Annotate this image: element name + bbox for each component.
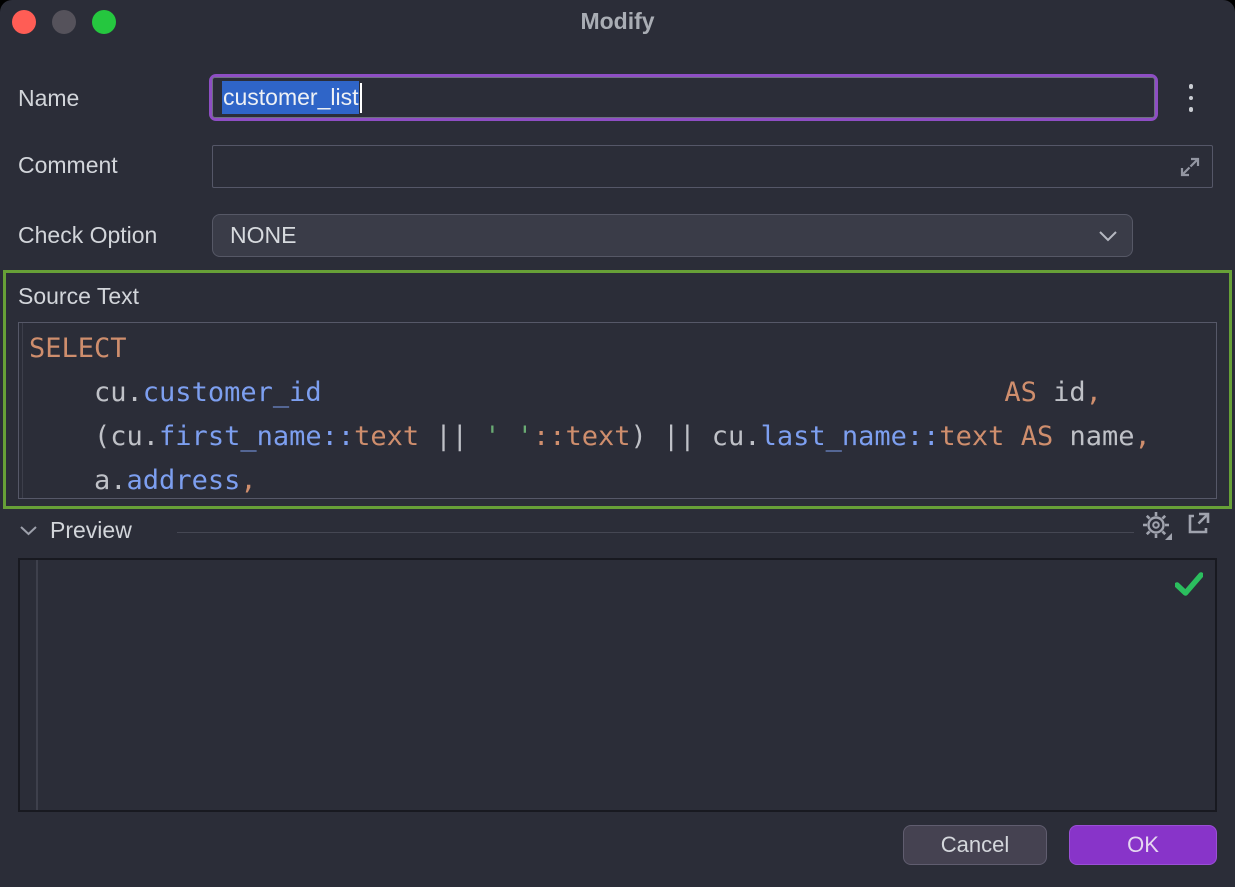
comment-label: Comment (18, 152, 118, 179)
preview-gutter (36, 560, 38, 810)
sql-code: SELECT cu.customer_id AS id, (cu.first_n… (19, 323, 1216, 503)
external-link-icon[interactable] (1184, 510, 1212, 538)
name-input-selected-text: customer_list (222, 81, 359, 114)
code-line: a.address, (29, 459, 1216, 503)
ok-button[interactable]: OK (1069, 825, 1217, 865)
name-input[interactable]: customer_list (209, 74, 1158, 121)
source-text-section: Source Text SELECT cu.customer_id AS id,… (3, 270, 1232, 509)
modify-dialog: Modify Name customer_list Comment Check … (0, 0, 1235, 887)
name-label: Name (18, 85, 79, 112)
kebab-menu-icon[interactable] (1183, 80, 1199, 116)
checkmark-icon (1175, 572, 1203, 596)
source-text-editor[interactable]: SELECT cu.customer_id AS id, (cu.first_n… (18, 322, 1217, 499)
expand-icon[interactable] (1177, 154, 1203, 180)
window-title: Modify (0, 8, 1235, 35)
gear-icon[interactable] (1141, 510, 1173, 542)
name-input-inner[interactable]: customer_list (212, 77, 1155, 118)
code-line: (cu.first_name::text || ' '::text) || cu… (29, 415, 1216, 459)
preview-collapse-chevron-down-icon[interactable] (20, 526, 37, 536)
check-option-select[interactable]: NONE (212, 214, 1133, 257)
code-line: cu.customer_id AS id, (29, 371, 1216, 415)
comment-input[interactable] (212, 145, 1213, 188)
gear-dropdown-triangle (1165, 533, 1172, 540)
title-bar: Modify (0, 0, 1235, 46)
check-option-label: Check Option (18, 222, 157, 249)
check-option-value: NONE (230, 222, 296, 249)
source-text-label: Source Text (18, 283, 139, 310)
preview-label: Preview (50, 517, 132, 544)
text-caret (360, 83, 362, 113)
code-line: SELECT (29, 327, 1216, 371)
preview-panel (18, 558, 1217, 812)
cancel-button[interactable]: Cancel (903, 825, 1047, 865)
preview-separator (177, 532, 1134, 533)
chevron-down-icon (1099, 231, 1117, 242)
